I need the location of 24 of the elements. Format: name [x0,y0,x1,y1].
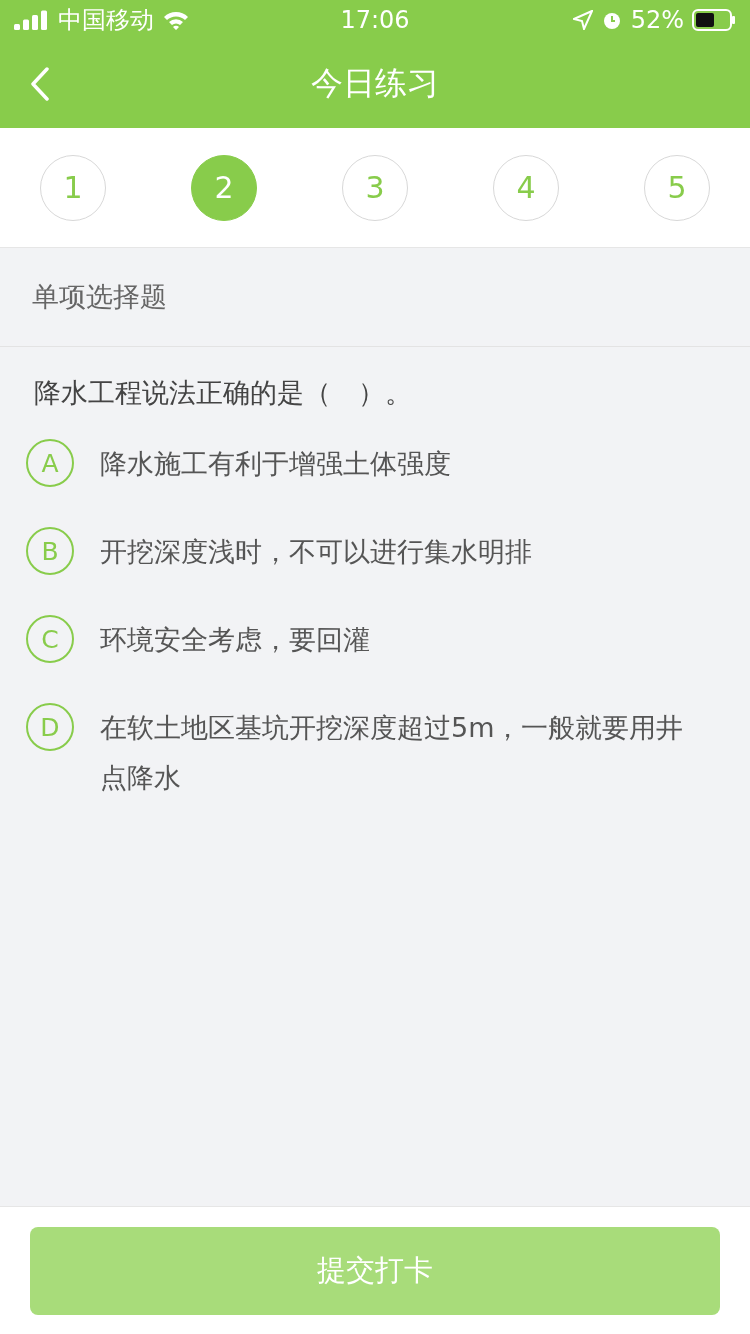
status-time: 17:06 [340,6,410,34]
option-text[interactable]: 环境安全考虑，要回灌 [100,615,370,665]
battery-icon [692,9,736,31]
option-text[interactable]: 降水施工有利于增强土体强度 [100,439,451,489]
page-title: 今日练习 [311,63,439,104]
option-letter[interactable]: B [26,527,74,575]
location-icon [572,10,593,30]
section-label: 单项选择题 [32,280,167,314]
option-text[interactable]: 开挖深度浅时，不可以进行集水明排 [100,527,532,577]
option-letter[interactable]: D [26,703,74,751]
option-text[interactable]: 在软土地区基坑开挖深度超过5m，一般就要用井点降水 [100,703,690,803]
question-text: 降水工程说法正确的是（ ）。 [33,376,413,410]
back-icon [30,67,50,101]
carrier-name: 中国移动 [58,5,154,36]
option-letter[interactable]: C [26,615,74,663]
signal-icon [14,10,50,30]
battery-percent: 52% [630,6,684,34]
question-number-tab[interactable]: 3 [342,154,408,221]
wifi-icon [162,9,190,31]
question-number-tab[interactable]: 1 [40,154,106,221]
question-number-tab[interactable]: 5 [644,154,710,221]
question-number-tab[interactable]: 2 [191,154,257,221]
option-letter[interactable]: A [26,439,74,487]
question-number-tab[interactable]: 4 [493,154,559,221]
